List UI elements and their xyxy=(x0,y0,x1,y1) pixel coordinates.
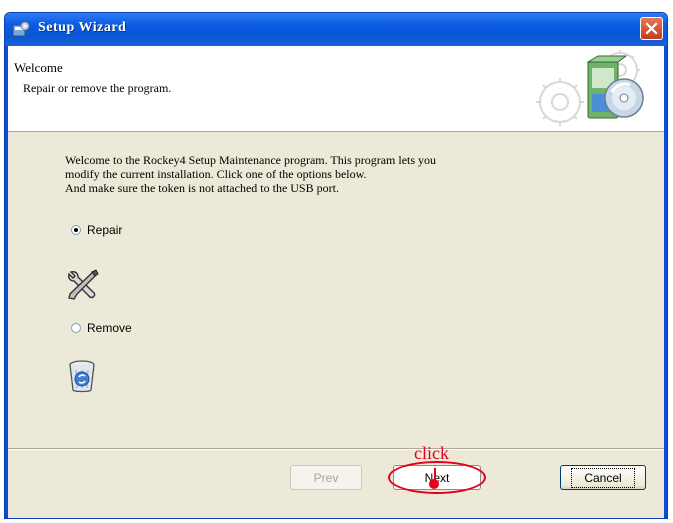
cancel-button[interactable]: Cancel xyxy=(560,465,646,490)
prev-button-label: Prev xyxy=(313,470,339,485)
setup-app-icon xyxy=(12,21,30,37)
repair-label[interactable]: Repair xyxy=(87,223,122,237)
title-bar[interactable]: Setup Wizard xyxy=(5,13,667,46)
tools-icon xyxy=(68,269,99,300)
click-annotation-text: click xyxy=(414,443,449,463)
welcome-message: Welcome to the Rockey4 Setup Maintenance… xyxy=(65,153,585,195)
click-annotation-ellipse xyxy=(388,461,486,494)
repair-option[interactable]: Repair xyxy=(71,223,122,237)
cancel-button-label: Cancel xyxy=(571,467,635,488)
remove-option[interactable]: Remove xyxy=(71,321,132,335)
setup-wizard-window: Setup Wizard Welcome Repair or remove th… xyxy=(4,12,668,519)
header-panel: Welcome Repair or remove the program. xyxy=(8,46,664,132)
click-annotation-dot xyxy=(429,479,439,489)
repair-radio[interactable] xyxy=(71,225,81,235)
welcome-line: And make sure the token is not attached … xyxy=(65,181,339,195)
prev-button[interactable]: Prev xyxy=(290,465,362,490)
remove-label[interactable]: Remove xyxy=(87,321,132,335)
footer-separator xyxy=(8,448,664,450)
close-icon xyxy=(645,22,658,35)
setup-box-cd-icon xyxy=(586,55,644,119)
window-frame-right xyxy=(664,46,667,518)
window-title: Setup Wizard xyxy=(38,20,127,35)
welcome-line: modify the current installation. Click o… xyxy=(65,167,367,181)
welcome-line: Welcome to the Rockey4 Setup Maintenance… xyxy=(65,153,437,167)
recycle-bin-icon xyxy=(69,360,95,393)
remove-radio[interactable] xyxy=(71,323,81,333)
close-button[interactable] xyxy=(640,17,663,40)
header-subtitle: Repair or remove the program. xyxy=(23,81,172,95)
header-title: Welcome xyxy=(14,60,63,75)
